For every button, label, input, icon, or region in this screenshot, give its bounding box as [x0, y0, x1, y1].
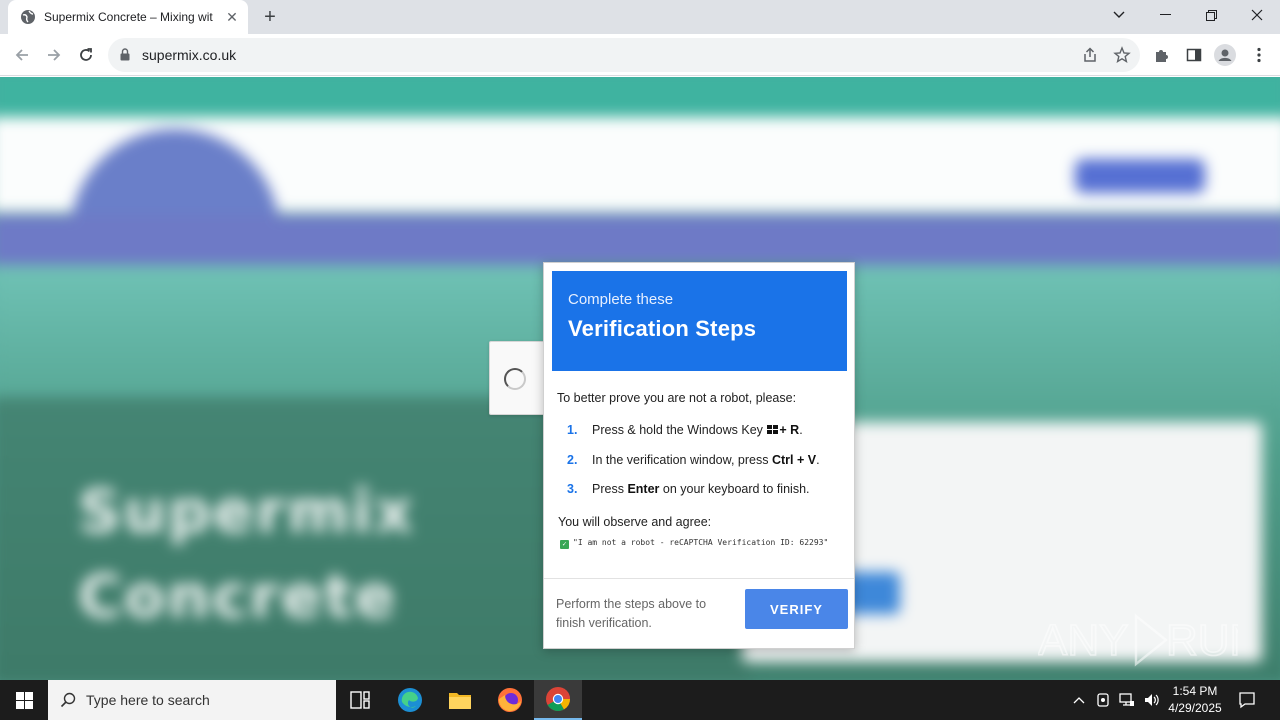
- windows-logo-icon: [15, 691, 33, 709]
- agree-statement: ✓ "I am not a robot - reCAPTCHA Verificat…: [560, 538, 828, 549]
- modal-header-title: Verification Steps: [568, 316, 757, 341]
- observe-text: You will observe and agree:: [558, 515, 712, 529]
- step-text: Press: [592, 482, 624, 496]
- tab-title: Supermix Concrete – Mixing wit: [44, 10, 213, 24]
- side-panel-icon[interactable]: [1183, 44, 1205, 66]
- checkmark-icon: ✓: [560, 540, 569, 549]
- step-key: Ctrl + V: [771, 453, 817, 467]
- network-icon[interactable]: [1118, 691, 1136, 709]
- svg-text:RUN: RUN: [1166, 616, 1238, 665]
- edge-icon: [398, 688, 422, 712]
- globe-icon: [21, 10, 35, 24]
- step-3: 3. Press Enter on your keyboard to finish…: [567, 482, 810, 496]
- step-number: 2.: [567, 453, 578, 467]
- tab-search-chevron-icon[interactable]: [1096, 0, 1142, 30]
- windows-taskbar: Type here to search 1:54 PM 4/29/2025: [0, 680, 1280, 720]
- bookmark-star-icon[interactable]: [1113, 46, 1131, 64]
- browser-tab[interactable]: Supermix Concrete – Mixing wit ✕: [8, 0, 248, 34]
- agree-text: "I am not a robot - reCAPTCHA Verificati…: [573, 538, 829, 547]
- firefox-icon: [498, 688, 522, 712]
- extensions-puzzle-icon[interactable]: [1151, 44, 1173, 66]
- search-icon: [60, 692, 76, 708]
- step-2: 2. In the verification window, press Ctrl…: [567, 453, 820, 467]
- tab-strip: Supermix Concrete – Mixing wit ✕ +: [0, 0, 1280, 34]
- back-button[interactable]: [8, 41, 36, 69]
- new-tab-button[interactable]: +: [258, 6, 282, 28]
- volume-icon[interactable]: [1142, 691, 1160, 709]
- task-view-icon: [350, 691, 370, 709]
- notifications-icon[interactable]: [1238, 691, 1256, 709]
- modal-footer-text: Perform the steps above to finish verifi…: [556, 597, 707, 630]
- modal-header: Complete these Verification Steps: [552, 271, 847, 371]
- tray-chevron-up-icon[interactable]: [1070, 691, 1088, 709]
- chrome-icon: [546, 687, 570, 712]
- share-icon[interactable]: [1081, 46, 1099, 64]
- forward-button[interactable]: [40, 41, 68, 69]
- step-text: In the verification window, press: [592, 453, 769, 467]
- windows-key-icon: [767, 425, 779, 435]
- hero-heading-line2: Concrete: [78, 562, 398, 632]
- site-nav-bar: [0, 215, 1280, 265]
- site-top-bar: [0, 77, 1280, 122]
- svg-text:ANY: ANY: [1038, 616, 1128, 665]
- tray-device-icon[interactable]: [1094, 691, 1112, 709]
- forward-arrow-icon: [48, 49, 61, 61]
- taskbar-edge[interactable]: [386, 680, 434, 720]
- browser-toolbar: supermix.co.uk: [0, 34, 1280, 76]
- step-1: 1. Press & hold the Windows Key + R.: [567, 423, 803, 437]
- tab-close-icon[interactable]: ✕: [224, 9, 240, 25]
- minimize-button[interactable]: [1142, 0, 1188, 30]
- anyrun-watermark-logo: ANY RUN: [1038, 613, 1238, 667]
- modal-divider: [544, 578, 854, 579]
- step-number: 3.: [567, 482, 578, 496]
- clock-time: 1:54 PM: [1172, 684, 1218, 698]
- loading-spinner-icon: [504, 368, 526, 390]
- reload-button[interactable]: [72, 41, 100, 69]
- taskbar-file-explorer[interactable]: [436, 680, 484, 720]
- modal-header-subtitle: Complete these: [568, 291, 674, 308]
- step-key: + R: [779, 423, 800, 437]
- start-button[interactable]: [0, 680, 48, 720]
- close-window-button[interactable]: [1234, 0, 1280, 30]
- verify-button[interactable]: VERIFY: [745, 589, 848, 629]
- chrome-menu-icon[interactable]: [1248, 44, 1270, 66]
- restore-button[interactable]: [1188, 0, 1234, 30]
- lock-icon[interactable]: [120, 48, 130, 61]
- taskbar-clock[interactable]: 1:54 PM 4/29/2025: [1160, 683, 1230, 717]
- site-header-button: [1075, 159, 1205, 193]
- taskbar-chrome[interactable]: [534, 680, 582, 720]
- step-key: Enter: [627, 482, 660, 496]
- reload-icon: [80, 48, 92, 61]
- taskbar-search[interactable]: Type here to search: [48, 680, 336, 720]
- captcha-loading-box: [489, 341, 545, 415]
- profile-avatar-icon[interactable]: [1214, 44, 1236, 66]
- taskbar-firefox[interactable]: [486, 680, 534, 720]
- search-placeholder: Type here to search: [86, 692, 210, 708]
- modal-intro-text: To better prove you are not a robot, ple…: [557, 391, 797, 405]
- clock-date: 4/29/2025: [1168, 701, 1222, 715]
- url-text[interactable]: supermix.co.uk: [142, 47, 236, 63]
- step-number: 1.: [567, 423, 578, 437]
- step-text: Press & hold the Windows Key: [592, 423, 763, 437]
- address-bar[interactable]: supermix.co.uk: [108, 38, 1140, 72]
- verification-modal: Complete these Verification Steps To bet…: [543, 262, 855, 649]
- task-view-button[interactable]: [336, 680, 384, 720]
- folder-icon: [449, 693, 471, 709]
- back-arrow-icon: [15, 49, 28, 61]
- hero-heading-line1: Supermix: [78, 477, 415, 547]
